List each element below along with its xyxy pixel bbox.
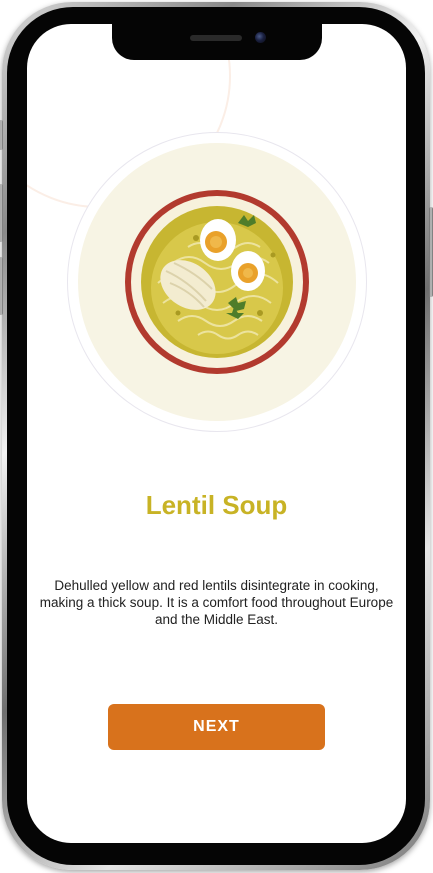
dish-description: Dehulled yellow and red lentils disinteg…: [39, 578, 394, 627]
dish-image-frame: [67, 132, 367, 432]
soup-bowl-icon: [125, 190, 309, 374]
speaker-grille: [190, 35, 242, 41]
front-camera-icon: [255, 32, 266, 43]
power-button: [429, 207, 433, 297]
camera-notch: [112, 22, 322, 60]
mute-switch: [0, 257, 3, 315]
next-button[interactable]: NEXT: [108, 704, 325, 750]
dish-title: Lentil Soup: [145, 490, 288, 520]
volume-down-button: [0, 184, 3, 242]
dish-image-background: [78, 143, 356, 421]
volume-up-button: [0, 120, 3, 150]
app-screen: Lentil Soup Dehulled yellow and red lent…: [27, 24, 406, 843]
